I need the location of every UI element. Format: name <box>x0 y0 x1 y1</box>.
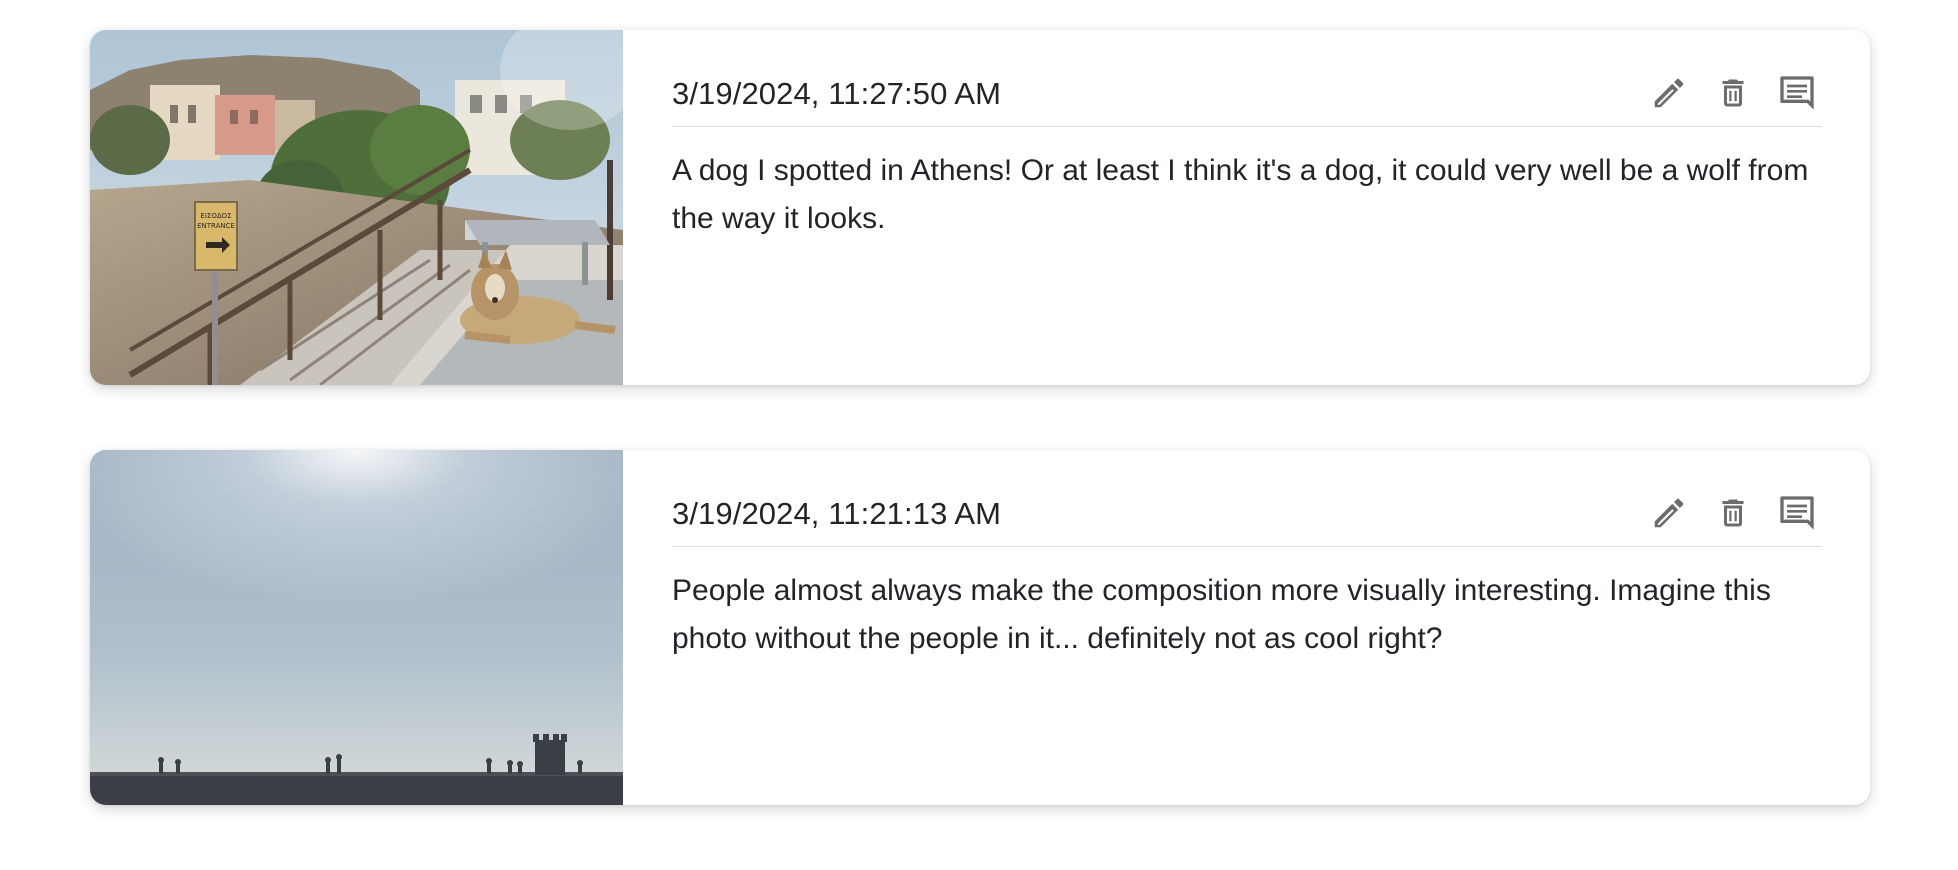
delete-button[interactable] <box>1710 70 1756 116</box>
post-text: A dog I spotted in Athens! Or at least I… <box>672 154 1809 235</box>
pencil-icon <box>1654 498 1684 528</box>
pencil-icon <box>1654 78 1684 108</box>
post-header: 3/19/2024, 11:21:13 AM <box>672 480 1822 547</box>
post-actions <box>1646 490 1820 536</box>
post-card: 3/19/2024, 11:21:13 AM People almost alw… <box>90 450 1870 805</box>
post-text: People almost always make the compositio… <box>672 574 1771 655</box>
post-timestamp: 3/19/2024, 11:27:50 AM <box>672 76 1002 111</box>
post-card: ΕΙΣΟΔΟΣ ENTRANCE 3/19/2024, 11:27:50 AM <box>90 30 1870 385</box>
comment-button[interactable] <box>1774 70 1820 116</box>
post-actions <box>1646 70 1820 116</box>
svg-text:ENTRANCE: ENTRANCE <box>197 222 235 230</box>
comment-icon <box>1780 496 1814 530</box>
post-photo-silhouettes <box>90 450 623 805</box>
post-photo-dog-athens: ΕΙΣΟΔΟΣ ENTRANCE <box>90 30 623 385</box>
edit-button[interactable] <box>1646 490 1692 536</box>
comment-icon <box>1780 76 1814 110</box>
post-content: 3/19/2024, 11:27:50 AM A dog I spotted i… <box>623 30 1870 385</box>
comment-button[interactable] <box>1774 490 1820 536</box>
post-content: 3/19/2024, 11:21:13 AM People almost alw… <box>623 450 1870 805</box>
edit-button[interactable] <box>1646 70 1692 116</box>
post-feed: ΕΙΣΟΔΟΣ ENTRANCE 3/19/2024, 11:27:50 AM <box>90 30 1870 870</box>
trash-icon <box>1722 79 1744 107</box>
delete-button[interactable] <box>1710 490 1756 536</box>
svg-text:ΕΙΣΟΔΟΣ: ΕΙΣΟΔΟΣ <box>200 212 231 220</box>
trash-icon <box>1722 499 1744 527</box>
post-timestamp: 3/19/2024, 11:21:13 AM <box>672 496 1002 531</box>
post-header: 3/19/2024, 11:27:50 AM <box>672 60 1822 127</box>
